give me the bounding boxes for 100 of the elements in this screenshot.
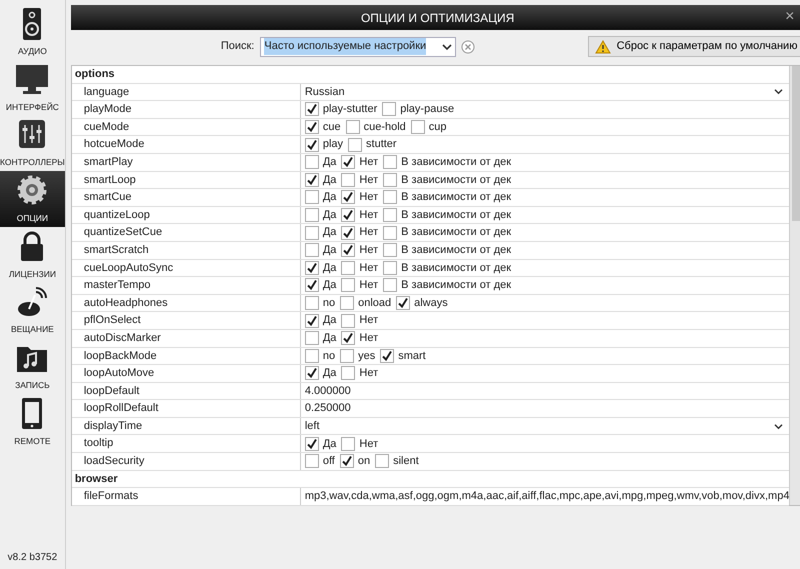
sidebar-item[interactable]: ЛИЦЕНЗИИ	[0, 226, 65, 282]
dropdown-field[interactable]: left	[300, 418, 790, 434]
option-label: Да	[322, 278, 336, 294]
checkbox[interactable]	[340, 296, 354, 310]
option-label: always	[414, 296, 448, 311]
setting-name: loadSecurity	[72, 453, 301, 470]
option-label: Нет	[359, 172, 378, 188]
setting-value: 0.250000	[304, 401, 351, 416]
checkbox[interactable]	[304, 366, 319, 380]
setting-name: loopDefault	[72, 382, 301, 400]
option-label: Да	[322, 313, 336, 328]
checkbox[interactable]	[304, 296, 319, 310]
checkbox[interactable]	[304, 314, 319, 328]
checkbox[interactable]	[341, 331, 356, 346]
checkbox[interactable]	[380, 348, 394, 363]
setting-name: fileFormats	[72, 488, 301, 505]
checkbox[interactable]	[341, 366, 356, 380]
setting-name: quantizeLoop	[72, 206, 301, 224]
checkbox[interactable]	[304, 102, 319, 116]
warning-icon	[594, 40, 611, 54]
checkbox[interactable]	[304, 172, 319, 187]
setting-name: loopAutoMove	[72, 365, 301, 382]
checkbox[interactable]	[375, 454, 390, 468]
checkbox[interactable]	[383, 243, 398, 258]
checkbox[interactable]	[382, 102, 396, 116]
option-label: В зависимости от дек	[401, 208, 512, 223]
checkbox[interactable]	[341, 226, 356, 240]
checkbox[interactable]	[346, 120, 360, 134]
checkbox[interactable]	[304, 155, 319, 170]
setting-name: loopRollDefault	[72, 400, 301, 417]
option-label: Да	[322, 208, 336, 223]
sidebar-item[interactable]: ВЕЩАНИЕ	[0, 282, 65, 338]
option-label: Нет	[359, 436, 378, 452]
clear-icon[interactable]	[461, 40, 476, 54]
checkbox[interactable]	[383, 226, 398, 240]
sidebar-item[interactable]: ЗАПИСЬ	[0, 338, 65, 394]
checkbox[interactable]	[348, 138, 362, 152]
checkbox[interactable]	[341, 436, 356, 451]
option-label: Нет	[359, 242, 378, 258]
sidebar-item[interactable]: КОНТРОЛЛЕРЫ	[0, 115, 65, 172]
option-label: Да	[322, 330, 336, 346]
sidebar-item[interactable]: REMOTE	[0, 394, 65, 450]
setting-name: quantizeSetCue	[72, 224, 301, 241]
search-field[interactable]: Часто используемые настройки	[260, 36, 456, 56]
setting-name: smartCue	[72, 189, 301, 206]
sidebar-item[interactable]: ИНТЕРФЕЙС	[0, 60, 65, 116]
checkbox[interactable]	[304, 278, 319, 292]
chevron-down-icon[interactable]	[442, 42, 452, 50]
scrollbar[interactable]	[789, 66, 800, 505]
option-label: Нет	[359, 260, 378, 276]
option-label: В зависимости от дек	[401, 260, 512, 276]
sidebar-item[interactable]: ОПЦИИ	[0, 171, 65, 227]
checkbox[interactable]	[304, 226, 319, 240]
option-label: В зависимости от дек	[401, 190, 512, 206]
close-button[interactable]: ×	[785, 8, 794, 26]
group-header: options	[74, 67, 115, 82]
checkbox[interactable]	[396, 296, 410, 310]
checkbox[interactable]	[304, 436, 319, 451]
checkbox[interactable]	[383, 278, 398, 292]
checkbox[interactable]	[340, 348, 354, 363]
checkbox[interactable]	[383, 155, 398, 170]
checkbox[interactable]	[341, 278, 356, 292]
checkbox[interactable]	[341, 243, 356, 258]
option-label: Да	[322, 155, 336, 170]
checkbox[interactable]	[340, 454, 354, 468]
checkbox[interactable]	[383, 190, 398, 204]
checkbox[interactable]	[341, 314, 356, 328]
setting-name: pflOnSelect	[72, 312, 301, 329]
checkbox[interactable]	[304, 190, 319, 204]
reset-defaults-button[interactable]: Сброс к параметрам по умолчанию	[588, 36, 800, 57]
checkbox[interactable]	[341, 208, 356, 222]
checkbox[interactable]	[304, 260, 319, 275]
chevron-down-icon	[774, 422, 784, 430]
checkbox[interactable]	[304, 208, 319, 222]
checkbox[interactable]	[304, 348, 319, 363]
option-label: silent	[393, 454, 419, 470]
scroll-thumb[interactable]	[792, 66, 800, 221]
option-label: stutter	[366, 137, 397, 152]
option-label: Да	[322, 172, 336, 188]
option-label: no	[322, 348, 336, 364]
checkbox[interactable]	[304, 120, 319, 134]
dropdown-field[interactable]: Russian	[300, 84, 790, 100]
checkbox[interactable]	[304, 331, 319, 346]
checkbox[interactable]	[383, 172, 398, 187]
setting-name: masterTempo	[72, 277, 301, 294]
checkbox[interactable]	[341, 172, 356, 187]
checkbox[interactable]	[341, 260, 356, 275]
checkbox[interactable]	[304, 138, 319, 152]
checkbox[interactable]	[304, 243, 319, 258]
checkbox[interactable]	[383, 208, 398, 222]
checkbox[interactable]	[341, 190, 356, 204]
sidebar-item[interactable]: АУДИО	[0, 4, 65, 60]
checkbox[interactable]	[383, 260, 398, 275]
checkbox[interactable]	[341, 155, 356, 170]
option-label: Нет	[359, 190, 378, 206]
option-label: yes	[358, 348, 376, 364]
option-label: play-pause	[400, 102, 454, 118]
checkbox[interactable]	[304, 454, 319, 468]
setting-name: autoHeadphones	[72, 294, 301, 312]
checkbox[interactable]	[410, 120, 425, 134]
